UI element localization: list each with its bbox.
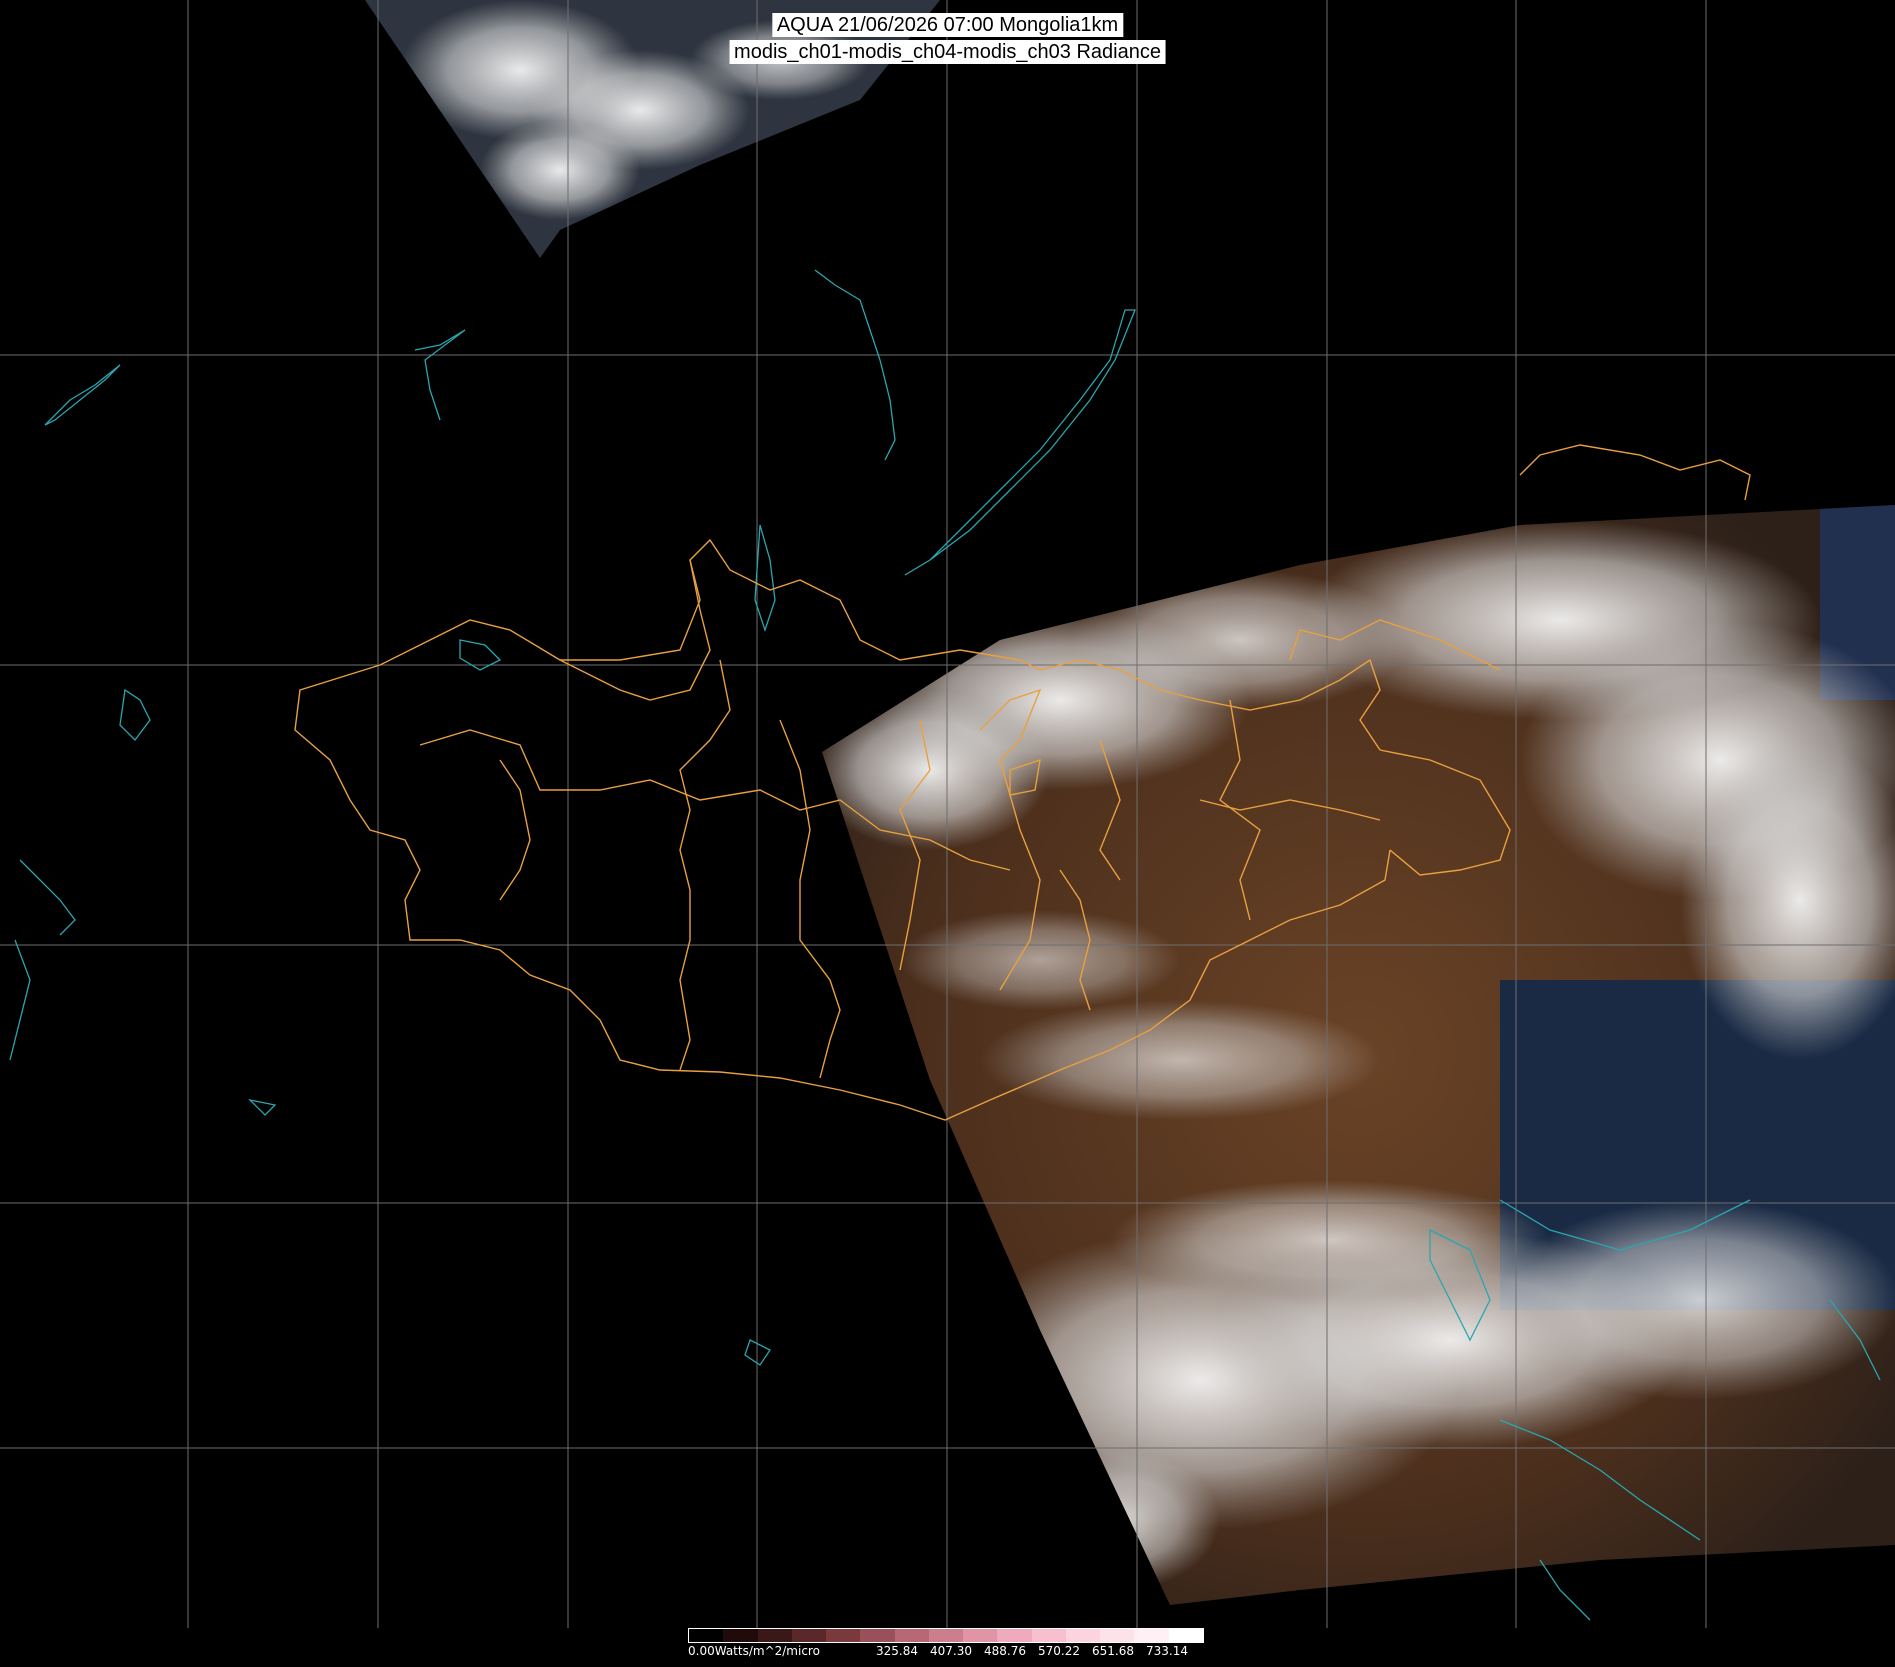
colorbar-swatch [997, 1629, 1032, 1642]
colorbar-swatch [860, 1629, 895, 1642]
colorbar [688, 1628, 1204, 1643]
colorbar-tick-label: 325.84 [876, 1644, 918, 1658]
colorbar-tick-label: 570.22 [1038, 1644, 1080, 1658]
top-swath-imagery [365, 0, 940, 258]
colorbar-min-label: 0.00Watts/m^2/micro [688, 1644, 820, 1658]
colorbar-tick-label: 733.14 [1146, 1644, 1188, 1658]
colorbar-swatch [826, 1629, 861, 1642]
colorbar-swatch [963, 1629, 998, 1642]
colorbar-tick-label: 407.30 [930, 1644, 972, 1658]
colorbar-tick-label: 651.68 [1092, 1644, 1134, 1658]
colorbar-swatch [1134, 1629, 1169, 1642]
colorbar-swatch [928, 1629, 964, 1642]
colorbar-swatch [791, 1629, 827, 1642]
colorbar-swatch [723, 1629, 758, 1642]
main-swath-imagery [822, 505, 1895, 1605]
satellite-map [0, 0, 1895, 1628]
colorbar-labels: 0.00Watts/m^2/micro 325.84 407.30 488.76… [688, 1644, 1204, 1658]
colorbar-tick-label: 488.76 [984, 1644, 1026, 1658]
colorbar-swatch [757, 1629, 792, 1642]
map-title-line2: modis_ch01-modis_ch04-modis_ch03 Radianc… [729, 40, 1166, 64]
colorbar-swatch [1031, 1629, 1066, 1642]
colorbar-swatch [1100, 1629, 1135, 1642]
colorbar-swatch [1065, 1629, 1101, 1642]
colorbar-swatch [1168, 1629, 1203, 1642]
colorbar-swatch [894, 1629, 929, 1642]
colorbar-legend: 0.00Watts/m^2/micro 325.84 407.30 488.76… [688, 1628, 1204, 1666]
colorbar-swatch [689, 1629, 724, 1642]
map-title-line1: AQUA 21/06/2026 07:00 Mongolia1km [771, 13, 1124, 37]
